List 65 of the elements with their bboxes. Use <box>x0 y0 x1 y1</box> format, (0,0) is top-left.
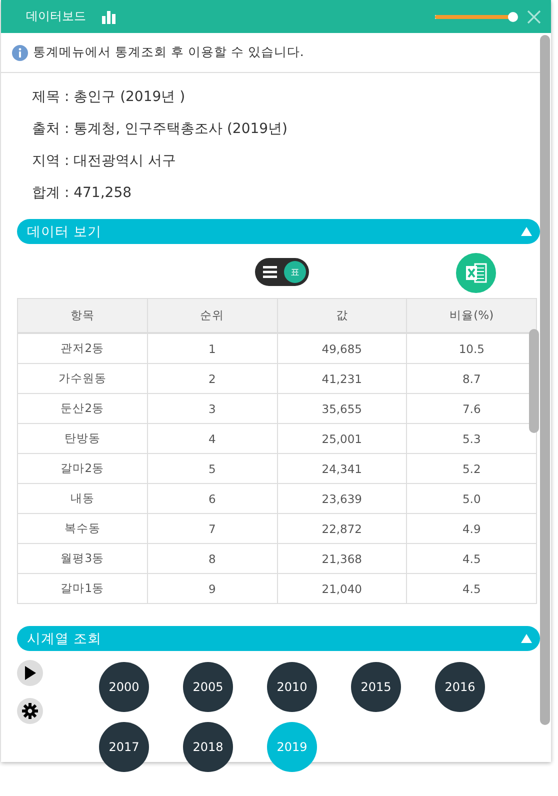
excel-icon[interactable] <box>456 253 496 293</box>
column-header: 순위 <box>147 298 277 333</box>
table-cell: 5 <box>147 454 277 484</box>
table-cell: 23,639 <box>277 484 407 514</box>
year-button[interactable]: 2015 <box>351 662 401 712</box>
table-cell: 가수원동 <box>18 364 148 394</box>
year-button[interactable]: 2016 <box>435 662 485 712</box>
settings-button[interactable] <box>17 698 43 724</box>
year-button[interactable]: 2017 <box>99 722 149 772</box>
year-button[interactable]: 2018 <box>183 722 233 772</box>
info-line: 제목 : 총인구 (2019년 ) <box>32 88 186 107</box>
table-cell: 4.5 <box>406 544 536 574</box>
settings-icon <box>22 703 38 719</box>
table-cell: 내동 <box>18 484 148 514</box>
list-icon <box>263 266 277 278</box>
table-cell: 49,685 <box>277 333 407 364</box>
table-cell: 4.9 <box>406 514 536 544</box>
column-header: 항목 <box>18 298 148 333</box>
table-cell: 관저2동 <box>18 333 148 364</box>
info-line: 합계 : 471,258 <box>32 184 133 203</box>
table-cell: 22,872 <box>277 514 407 544</box>
table-cell: 24,341 <box>277 454 407 484</box>
column-header: 비율(%) <box>406 298 536 333</box>
close-icon[interactable] <box>527 10 541 24</box>
table-cell: 35,655 <box>277 394 407 424</box>
table-cell: 4 <box>147 424 277 454</box>
column-header: 값 <box>277 298 407 333</box>
bar-chart-icon <box>102 10 116 24</box>
table-cell: 6 <box>147 484 277 514</box>
scrollbar-thumb[interactable] <box>529 329 539 433</box>
table-cell: 8 <box>147 544 277 574</box>
table-cell: 갈마2동 <box>18 454 148 484</box>
table-cell: 41,231 <box>277 364 407 394</box>
info-line: 지역 : 대전광역시 서구 <box>32 152 178 171</box>
table-cell: 5.2 <box>406 454 536 484</box>
info-icon <box>12 44 28 60</box>
table-cell: 1 <box>147 333 277 364</box>
table-cell: 25,001 <box>277 424 407 454</box>
section-title: 데이터 보기 <box>27 222 102 240</box>
table-cell: 4.5 <box>406 574 536 604</box>
year-button[interactable]: 2010 <box>267 662 317 712</box>
table-cell: 2 <box>147 364 277 394</box>
table-cell: 월평3동 <box>18 544 148 574</box>
collapse-arrow-icon[interactable] <box>521 227 532 236</box>
table-cell: 복수동 <box>18 514 148 544</box>
section-title: 시계열 조회 <box>27 630 102 648</box>
table-cell: 5.0 <box>406 484 536 514</box>
notice-text: 통계메뉴에서 통계조회 후 이용할 수 있습니다. <box>33 44 304 61</box>
slider-thumb[interactable] <box>508 12 518 22</box>
year-button[interactable]: 2000 <box>99 662 149 712</box>
table-cell: 탄방동 <box>18 424 148 454</box>
table-cell: 21,368 <box>277 544 407 574</box>
table-cell: 9 <box>147 574 277 604</box>
table-cell: 3 <box>147 394 277 424</box>
info-line: 출처 : 통계청, 인구주택총조사 (2019년) <box>32 120 289 139</box>
play-icon <box>24 666 36 680</box>
year-button[interactable]: 2005 <box>183 662 233 712</box>
table-cell: 둔산2동 <box>18 394 148 424</box>
play-button[interactable] <box>17 660 43 686</box>
table-cell: 7 <box>147 514 277 544</box>
table-cell: 갈마1동 <box>18 574 148 604</box>
window-title: 데이터보드 <box>26 8 86 25</box>
table-cell: 21,040 <box>277 574 407 604</box>
scrollbar-thumb[interactable] <box>540 35 550 725</box>
collapse-arrow-icon[interactable] <box>521 634 532 643</box>
